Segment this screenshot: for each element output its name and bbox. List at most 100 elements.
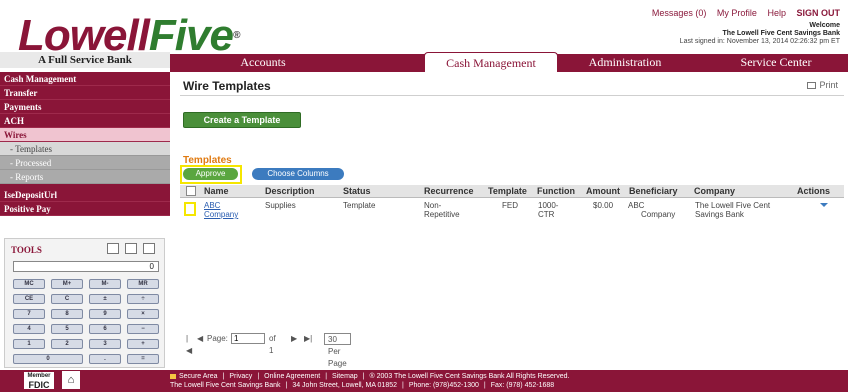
calc-key-minus[interactable]: − (127, 324, 159, 334)
footer-secure-area[interactable]: Secure Area (179, 373, 218, 380)
calc-key-plus[interactable]: + (127, 339, 159, 349)
sidebar-sub-reports[interactable]: - Reports (0, 170, 170, 184)
row-name-link[interactable]: ABC Company (204, 201, 238, 219)
calculator-keypad: MC M+ M- MR CE C ± ÷ 7 8 9 × 4 5 6 − 1 2… (13, 279, 159, 364)
calculator-display: 0 (13, 261, 159, 272)
tab-cash-management[interactable]: Cash Management (424, 52, 558, 72)
col-function[interactable]: Function (537, 185, 575, 198)
help-link[interactable]: Help (767, 8, 786, 18)
main-tab-bar: Accounts Cash Management Administration … (170, 52, 848, 72)
col-amount[interactable]: Amount (586, 185, 620, 198)
calc-key-3[interactable]: 3 (89, 339, 121, 349)
sidebar-item-isedeposit[interactable]: IseDepositUrl (0, 188, 170, 202)
col-description[interactable]: Description (265, 185, 315, 198)
per-page-value: 30 Per Page (328, 335, 347, 368)
calc-key-multiply[interactable]: × (127, 309, 159, 319)
sign-out-link[interactable]: SIGN OUT (796, 8, 840, 18)
sidebar-sub-templates[interactable]: - Templates (0, 142, 170, 156)
sidebar-item-transfer[interactable]: Transfer (0, 86, 170, 100)
col-template[interactable]: Template (488, 185, 527, 198)
tab-accounts[interactable]: Accounts (204, 52, 322, 72)
calc-key-divide[interactable]: ÷ (127, 294, 159, 304)
create-template-button[interactable]: Create a Template (183, 112, 301, 128)
last-page-icon[interactable]: ▶| (304, 333, 312, 345)
approve-button[interactable]: Approve (183, 168, 238, 180)
print-link[interactable]: Print (807, 80, 838, 90)
calc-key-4[interactable]: 4 (13, 324, 45, 334)
footer-address: The Lowell Five Cent Savings Bank | 34 Joh… (170, 382, 555, 389)
calendar-icon[interactable] (143, 243, 155, 254)
choose-columns-button[interactable]: Choose Columns (252, 168, 344, 180)
row-actions-dropdown-icon[interactable] (820, 203, 828, 207)
calc-key-c[interactable]: C (51, 294, 83, 304)
equal-housing-icon: ⌂ (62, 371, 80, 389)
row-select-checkbox[interactable] (184, 202, 196, 216)
footer-fax: Fax: (978) 452-1688 (490, 382, 555, 389)
calc-key-mc[interactable]: MC (13, 279, 45, 289)
footer-copyright: ® 2003 The Lowell Five Cent Savings Bank… (369, 373, 570, 380)
fdic-text: FDIC (28, 380, 50, 390)
tab-service-center[interactable]: Service Center (716, 52, 836, 72)
page-label: Page: (207, 334, 228, 343)
page-number-input[interactable] (231, 333, 265, 344)
calc-key-6[interactable]: 6 (89, 324, 121, 334)
title-divider (180, 95, 844, 96)
table-row[interactable]: ABC Company Supplies Template Non- Repetit… (180, 199, 844, 221)
first-page-icon[interactable]: |◀ (186, 333, 192, 357)
footer-online-agreement[interactable]: Online Agreement (264, 373, 320, 380)
sidebar: Cash Management Transfer Payments ACH Wi… (0, 72, 170, 232)
fdic-logo: Member FDIC (24, 372, 54, 390)
calc-key-9[interactable]: 9 (89, 309, 121, 319)
sidebar-item-payments[interactable]: Payments (0, 100, 170, 114)
footer-street: 34 John Street, Lowell, MA 01852 (292, 382, 398, 389)
next-page-icon[interactable]: ▶ (291, 333, 297, 345)
col-beneficiary[interactable]: Beneficiary (629, 185, 678, 198)
calc-key-8[interactable]: 8 (51, 309, 83, 319)
footer-links: Secure Area | Privacy | Online Agreement | Sit… (170, 373, 570, 380)
calc-key-7[interactable]: 7 (13, 309, 45, 319)
sidebar-item-cash-management[interactable]: Cash Management (0, 72, 170, 86)
calc-key-decimal[interactable]: . (89, 354, 121, 364)
col-recurrence[interactable]: Recurrence (424, 185, 474, 198)
notepad-icon[interactable] (125, 243, 137, 254)
calc-key-mr[interactable]: MR (127, 279, 159, 289)
footer-sitemap[interactable]: Sitemap (332, 373, 358, 380)
calc-key-ce[interactable]: CE (13, 294, 45, 304)
row-recurrence: Non- Repetitive (424, 201, 460, 219)
footer-phone: Phone: (978)452-1300 (408, 382, 479, 389)
per-page-select[interactable]: 30 Per Page ▾ (324, 333, 351, 380)
sidebar-item-wires[interactable]: Wires (0, 128, 170, 142)
calc-key-mplus[interactable]: M+ (51, 279, 83, 289)
calc-key-equals[interactable]: = (127, 354, 159, 364)
col-status[interactable]: Status (343, 185, 371, 198)
row-function: 1000- CTR (538, 201, 559, 219)
prev-page-icon[interactable]: ◀ (197, 333, 203, 345)
calc-key-2[interactable]: 2 (51, 339, 83, 349)
col-company[interactable]: Company (694, 185, 735, 198)
sidebar-sub-processed[interactable]: - Processed (0, 156, 170, 170)
col-name[interactable]: Name (204, 185, 229, 198)
row-status: Template (343, 201, 376, 210)
calculator-icon[interactable] (107, 243, 119, 254)
calc-key-mminus[interactable]: M- (89, 279, 121, 289)
calc-key-0[interactable]: 0 (13, 354, 83, 364)
footer-privacy[interactable]: Privacy (229, 373, 252, 380)
page-of-label: of 1 (269, 334, 276, 355)
calc-key-1[interactable]: 1 (13, 339, 45, 349)
print-label: Print (819, 80, 838, 90)
row-template: FED (502, 201, 518, 210)
last-signed-in: Last signed in: November 13, 2014 02:26:… (679, 38, 840, 45)
my-profile-link[interactable]: My Profile (717, 8, 757, 18)
table-header: Name Description Status Recurrence Templ… (180, 185, 844, 198)
sidebar-item-positive-pay[interactable]: Positive Pay (0, 202, 170, 216)
welcome-text: Welcome (809, 22, 840, 29)
select-all-checkbox[interactable] (186, 186, 196, 196)
row-amount: $0.00 (593, 201, 614, 210)
tab-administration[interactable]: Administration (562, 52, 688, 72)
messages-link[interactable]: Messages (0) (652, 8, 707, 18)
registered-mark: ® (232, 30, 240, 41)
sidebar-item-ach[interactable]: ACH (0, 114, 170, 128)
calc-key-plusminus[interactable]: ± (89, 294, 121, 304)
calc-key-5[interactable]: 5 (51, 324, 83, 334)
tools-calculator: TOOLS 0 MC M+ M- MR CE C ± ÷ 7 8 9 × 4 5… (4, 238, 165, 368)
